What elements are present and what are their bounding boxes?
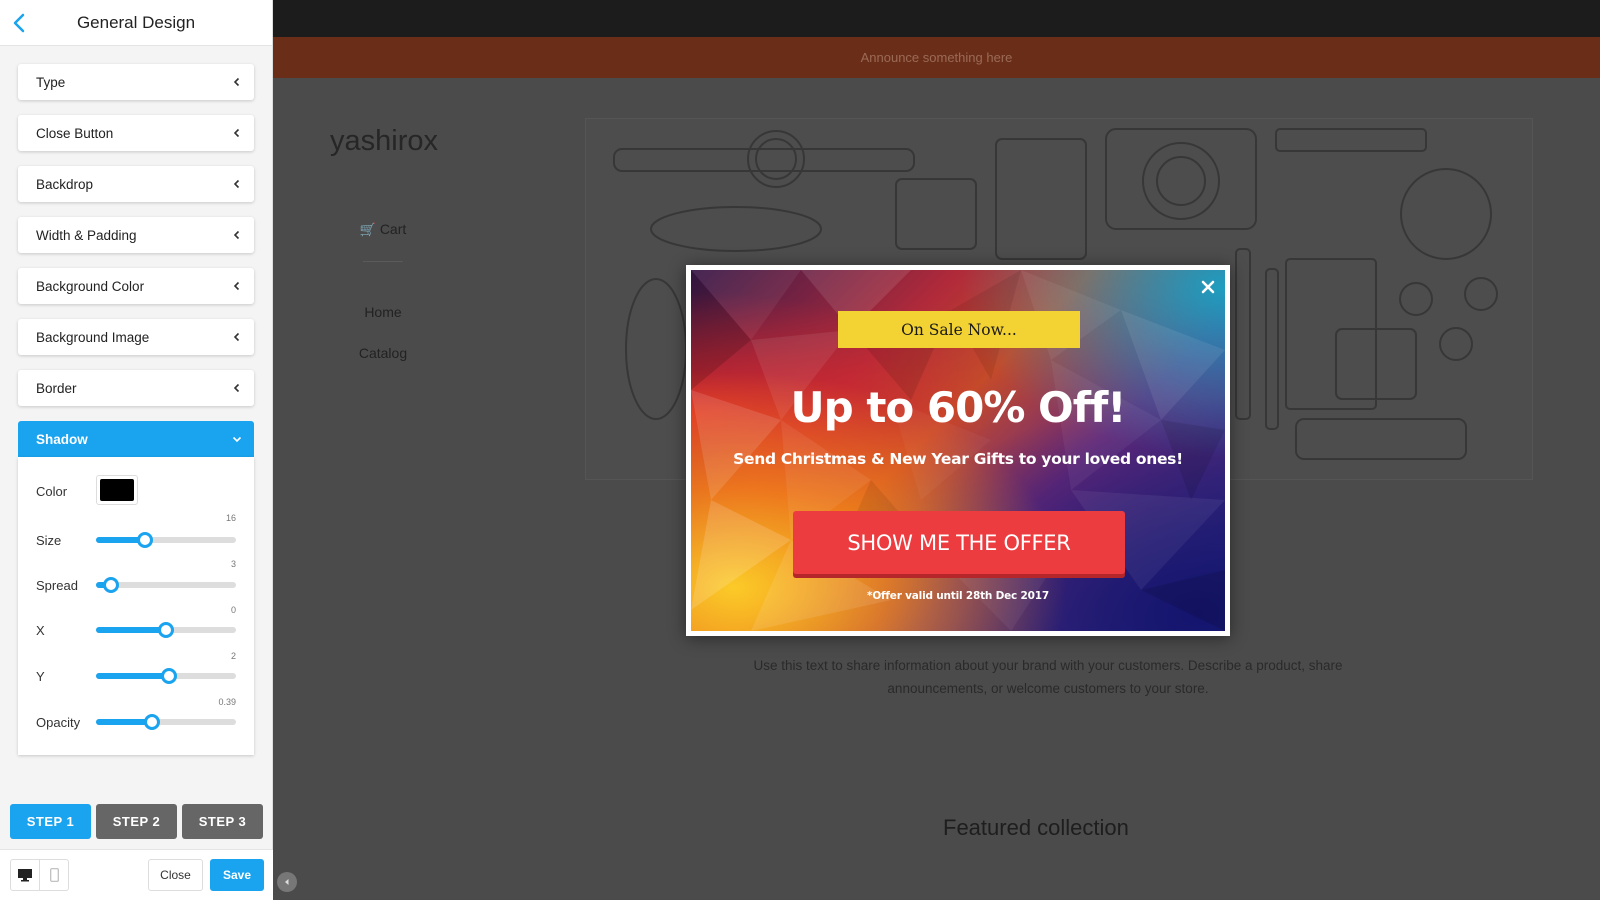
- shadow-size-row: 16 Size: [18, 513, 254, 553]
- chevron-left-icon: [233, 128, 240, 138]
- shadow-spread-row: 3 Spread: [18, 559, 254, 599]
- sidebar-footer: Close Save: [0, 850, 273, 900]
- size-slider[interactable]: [96, 532, 236, 548]
- divider: [363, 261, 403, 262]
- slider-handle[interactable]: [160, 668, 177, 684]
- offer-validity-note: *Offer valid until 28th Dec 2017: [867, 590, 1049, 602]
- section-border[interactable]: Border: [18, 370, 254, 406]
- x-value: 0: [230, 605, 236, 615]
- chevron-left-icon: [233, 383, 240, 393]
- collapse-sidebar-button[interactable]: [277, 872, 297, 892]
- step-3-button[interactable]: STEP 3: [182, 804, 263, 839]
- section-label: Border: [36, 380, 77, 396]
- section-label: Width & Padding: [36, 227, 137, 243]
- store-description: Use this text to share information about…: [753, 658, 1343, 696]
- section-label: Background Image: [36, 329, 150, 345]
- slider-handle[interactable]: [103, 577, 120, 593]
- y-slider[interactable]: [96, 668, 236, 684]
- spread-label: Spread: [36, 578, 78, 593]
- sale-tag-button[interactable]: On Sale Now...: [838, 311, 1080, 348]
- popup-preview: On Sale Now... Up to 60% Off! Send Chris…: [686, 265, 1230, 636]
- nav-home: Home: [364, 304, 402, 320]
- opacity-slider[interactable]: [96, 714, 236, 730]
- shadow-color-picker[interactable]: [96, 475, 138, 505]
- shadow-color-row: Color: [18, 467, 254, 507]
- close-button[interactable]: Close: [148, 859, 203, 891]
- size-label: Size: [36, 533, 62, 548]
- desktop-view-button[interactable]: [10, 859, 40, 891]
- chevron-down-icon: [232, 436, 242, 443]
- section-type[interactable]: Type: [18, 64, 254, 100]
- mobile-icon: [49, 868, 59, 882]
- slider-handle[interactable]: [158, 622, 174, 638]
- popup-subheadline: Send Christmas & New Year Gifts to your …: [733, 450, 1183, 468]
- popup-content: On Sale Now... Up to 60% Off! Send Chris…: [691, 270, 1225, 631]
- slider-fill: [96, 673, 169, 679]
- popup-headline: Up to 60% Off!: [790, 383, 1127, 432]
- color-label: Color: [36, 484, 68, 499]
- step-2-button[interactable]: STEP 2: [96, 804, 177, 839]
- chevron-left-icon: [233, 77, 240, 87]
- section-shadow[interactable]: Shadow: [18, 421, 254, 457]
- y-value: 2: [230, 651, 236, 661]
- announcement-bar: Announce something here: [273, 37, 1600, 78]
- size-value: 16: [225, 513, 236, 523]
- step-1-button[interactable]: STEP 1: [10, 804, 91, 839]
- featured-collection-heading: Featured collection: [943, 815, 1129, 840]
- chevron-left-icon: [233, 332, 240, 342]
- step-tabs: STEP 1 STEP 2 STEP 3: [10, 804, 263, 839]
- design-sidebar: General Design Type Close Button Backdro…: [0, 0, 273, 900]
- section-label: Close Button: [36, 125, 114, 141]
- section-label: Type: [36, 74, 66, 90]
- sidebar-header: General Design: [0, 0, 272, 46]
- desktop-icon: [18, 869, 32, 882]
- x-slider[interactable]: [96, 622, 236, 638]
- section-close-button[interactable]: Close Button: [18, 115, 254, 151]
- shadow-opacity-row: 0.39 Opacity: [18, 697, 254, 737]
- sidebar-title: General Design: [76, 12, 196, 32]
- nav-catalog: Catalog: [358, 345, 408, 361]
- section-label: Backdrop: [36, 176, 94, 192]
- back-arrow-icon[interactable]: [8, 11, 32, 35]
- slider-fill: [96, 627, 166, 633]
- section-background-color[interactable]: Background Color: [18, 268, 254, 304]
- store-preview: Announce something here yashirox 🛒 Cart …: [273, 0, 1600, 900]
- caret-left-icon: [285, 879, 289, 885]
- spread-slider[interactable]: [96, 577, 236, 593]
- section-width-padding[interactable]: Width & Padding: [18, 217, 254, 253]
- shadow-y-row: 2 Y: [18, 651, 254, 691]
- section-background-image[interactable]: Background Image: [18, 319, 254, 355]
- chevron-left-icon: [233, 179, 240, 189]
- save-button[interactable]: Save: [210, 859, 264, 891]
- shadow-settings-panel: Color 16 Size 3 Spread 0 X 2 Y 0.39 Opac…: [18, 457, 254, 755]
- color-swatch: [100, 479, 134, 501]
- slider-handle[interactable]: [137, 532, 153, 548]
- settings-accordion: Type Close Button Backdrop Width & Paddi…: [0, 46, 272, 457]
- chevron-left-icon: [233, 230, 240, 240]
- preview-topbar: [273, 0, 1600, 37]
- shadow-x-row: 0 X: [18, 605, 254, 645]
- store-logo: yashirox: [330, 125, 438, 157]
- opacity-value: 0.39: [218, 697, 236, 707]
- y-label: Y: [36, 669, 45, 684]
- section-backdrop[interactable]: Backdrop: [18, 166, 254, 202]
- show-offer-button[interactable]: SHOW ME THE OFFER: [793, 511, 1125, 574]
- close-icon[interactable]: [1199, 278, 1217, 296]
- cart-label: Cart: [379, 221, 407, 237]
- section-label: Shadow: [36, 431, 88, 447]
- slider-handle[interactable]: [144, 714, 160, 730]
- chevron-left-icon: [233, 281, 240, 291]
- cart-link: 🛒 Cart: [273, 221, 493, 238]
- mobile-view-button[interactable]: [39, 859, 69, 891]
- x-label: X: [36, 623, 45, 638]
- section-label: Background Color: [36, 278, 145, 294]
- opacity-label: Opacity: [36, 715, 81, 730]
- spread-value: 3: [230, 559, 236, 569]
- cart-icon: 🛒: [359, 222, 376, 237]
